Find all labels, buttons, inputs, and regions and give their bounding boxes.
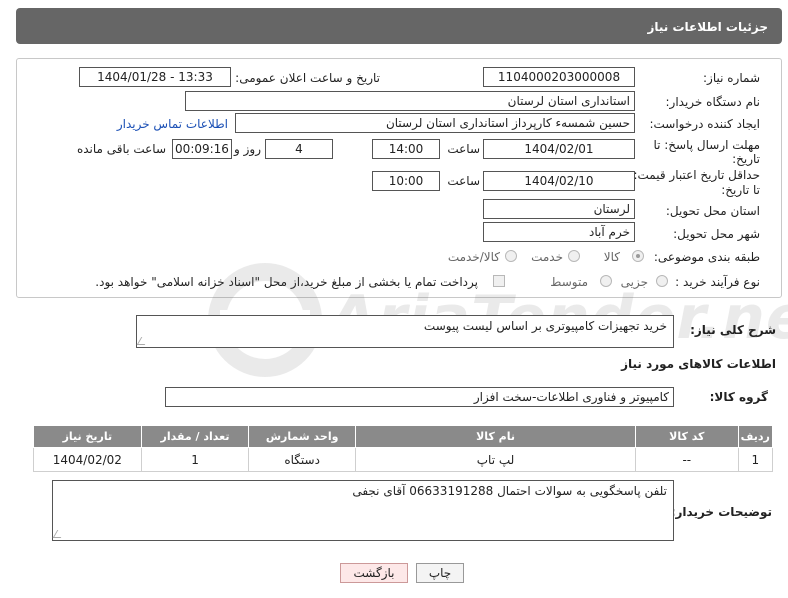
goods-table-header: ردیف کد کالا نام کالا واحد شمارش تعداد /… — [33, 425, 774, 448]
page-header: جزئیات اطلاعات نیاز — [16, 8, 782, 44]
category-radio-both[interactable] — [505, 250, 517, 262]
remaining-time-field[interactable]: 00:09:16 — [172, 139, 232, 159]
cell-goods-name: لپ تاپ — [354, 447, 637, 472]
description-label: شرح کلی نیاز: — [690, 323, 776, 337]
print-button[interactable]: چاپ — [416, 563, 464, 583]
city-field[interactable]: خرم آباد — [483, 222, 635, 242]
category-radio-service[interactable] — [568, 250, 580, 262]
day-and-label: روز و — [234, 142, 261, 156]
buyer-org-field[interactable]: استانداری استان لرستان — [185, 91, 635, 111]
goods-group-label: گروه کالا: — [709, 390, 768, 404]
deadline-time-field[interactable]: 14:00 — [372, 139, 440, 159]
process-option-minor: جزیی — [620, 275, 648, 289]
buyer-contact-link[interactable]: اطلاعات تماس خریدار — [117, 117, 228, 131]
deadline-label: مهلت ارسال پاسخ: تا — [653, 138, 760, 152]
price-date-field[interactable]: 1404/02/10 — [483, 171, 635, 191]
remaining-label: ساعت باقی مانده — [76, 142, 166, 156]
category-option-both: کالا/خدمت — [447, 250, 500, 264]
city-label: شهر محل تحویل: — [673, 227, 760, 241]
table-row: 1 -- لپ تاپ دستگاه 1 1404/02/02 — [33, 447, 774, 472]
goods-section-title: اطلاعات کالاهای مورد نیاز — [621, 357, 776, 371]
description-textarea[interactable]: خرید تجهیزات کامپیوتری بر اساس لیست پیوس… — [136, 315, 674, 348]
resize-handle-icon[interactable] — [52, 530, 66, 538]
deadline-date-field[interactable]: 1404/02/01 — [483, 139, 635, 159]
resize-handle-icon[interactable] — [136, 337, 150, 345]
province-label: استان محل تحویل: — [665, 204, 760, 218]
announce-field[interactable]: 1404/01/28 - 13:33 — [79, 67, 231, 87]
creator-field[interactable]: حسین شمسه‌ء کارپرداز استانداری استان لرس… — [235, 113, 635, 133]
col-quantity: تعداد / مقدار — [140, 425, 250, 448]
page-title: جزئیات اطلاعات نیاز — [647, 20, 768, 34]
col-need-date: تاریخ نیاز — [33, 425, 142, 448]
category-option-goods: کالا — [603, 250, 620, 264]
need-number-label: شماره نیاز: — [703, 71, 760, 85]
buyer-notes-textarea[interactable]: تلفن پاسخگویی به سوالات احتمال 066331912… — [52, 480, 674, 541]
process-radio-minor[interactable] — [656, 275, 668, 287]
category-radio-goods[interactable] — [632, 250, 644, 262]
creator-label: ایجاد کننده درخواست: — [649, 117, 760, 131]
cell-row-number: 1 — [737, 447, 774, 472]
deadline-time-label: ساعت — [447, 142, 480, 156]
announce-label: تاریخ و ساعت اعلان عمومی: — [235, 71, 380, 85]
cell-need-date: 1404/02/02 — [33, 447, 142, 472]
col-row-number: ردیف — [737, 425, 774, 448]
description-text: خرید تجهیزات کامپیوتری بر اساس لیست پیوس… — [423, 319, 667, 333]
cell-goods-code: -- — [635, 447, 739, 472]
payment-note: پرداخت تمام یا بخشی از مبلغ خرید،از محل … — [95, 275, 478, 289]
price-time-label: ساعت — [447, 174, 480, 188]
category-label: طبقه بندی موضوعی: — [653, 250, 760, 264]
deadline-label-2: تاریخ: — [732, 152, 760, 166]
category-option-service: خدمت — [531, 250, 563, 264]
process-option-medium: متوسط — [550, 275, 588, 289]
goods-group-field[interactable]: کامپیوتر و فناوری اطلاعات-سخت افزار — [165, 387, 674, 407]
treasury-payment-checkbox[interactable] — [493, 275, 505, 287]
col-goods-name: نام کالا — [354, 425, 637, 448]
price-validity-label-2: تا تاریخ: — [721, 183, 760, 197]
price-time-field[interactable]: 10:00 — [372, 171, 440, 191]
buyer-org-label: نام دستگاه خریدار: — [665, 95, 761, 109]
province-field[interactable]: لرستان — [483, 199, 635, 219]
price-validity-label: حداقل تاریخ اعتبار قیمت: — [633, 168, 760, 182]
col-unit: واحد شمارش — [248, 425, 356, 448]
goods-table: ردیف کد کالا نام کالا واحد شمارش تعداد /… — [33, 425, 774, 472]
process-label: نوع فرآیند خرید : — [675, 275, 760, 289]
cell-unit: دستگاه — [248, 447, 356, 472]
back-button[interactable]: بازگشت — [340, 563, 408, 583]
buyer-notes-label: توضیحات خریدار: — [670, 505, 772, 519]
days-field[interactable]: 4 — [265, 139, 333, 159]
col-goods-code: کد کالا — [635, 425, 739, 448]
buyer-notes-text: تلفن پاسخگویی به سوالات احتمال 066331912… — [352, 484, 667, 498]
cell-quantity: 1 — [140, 447, 250, 472]
need-number-field[interactable]: 1104000203000008 — [483, 67, 635, 87]
process-radio-medium[interactable] — [600, 275, 612, 287]
